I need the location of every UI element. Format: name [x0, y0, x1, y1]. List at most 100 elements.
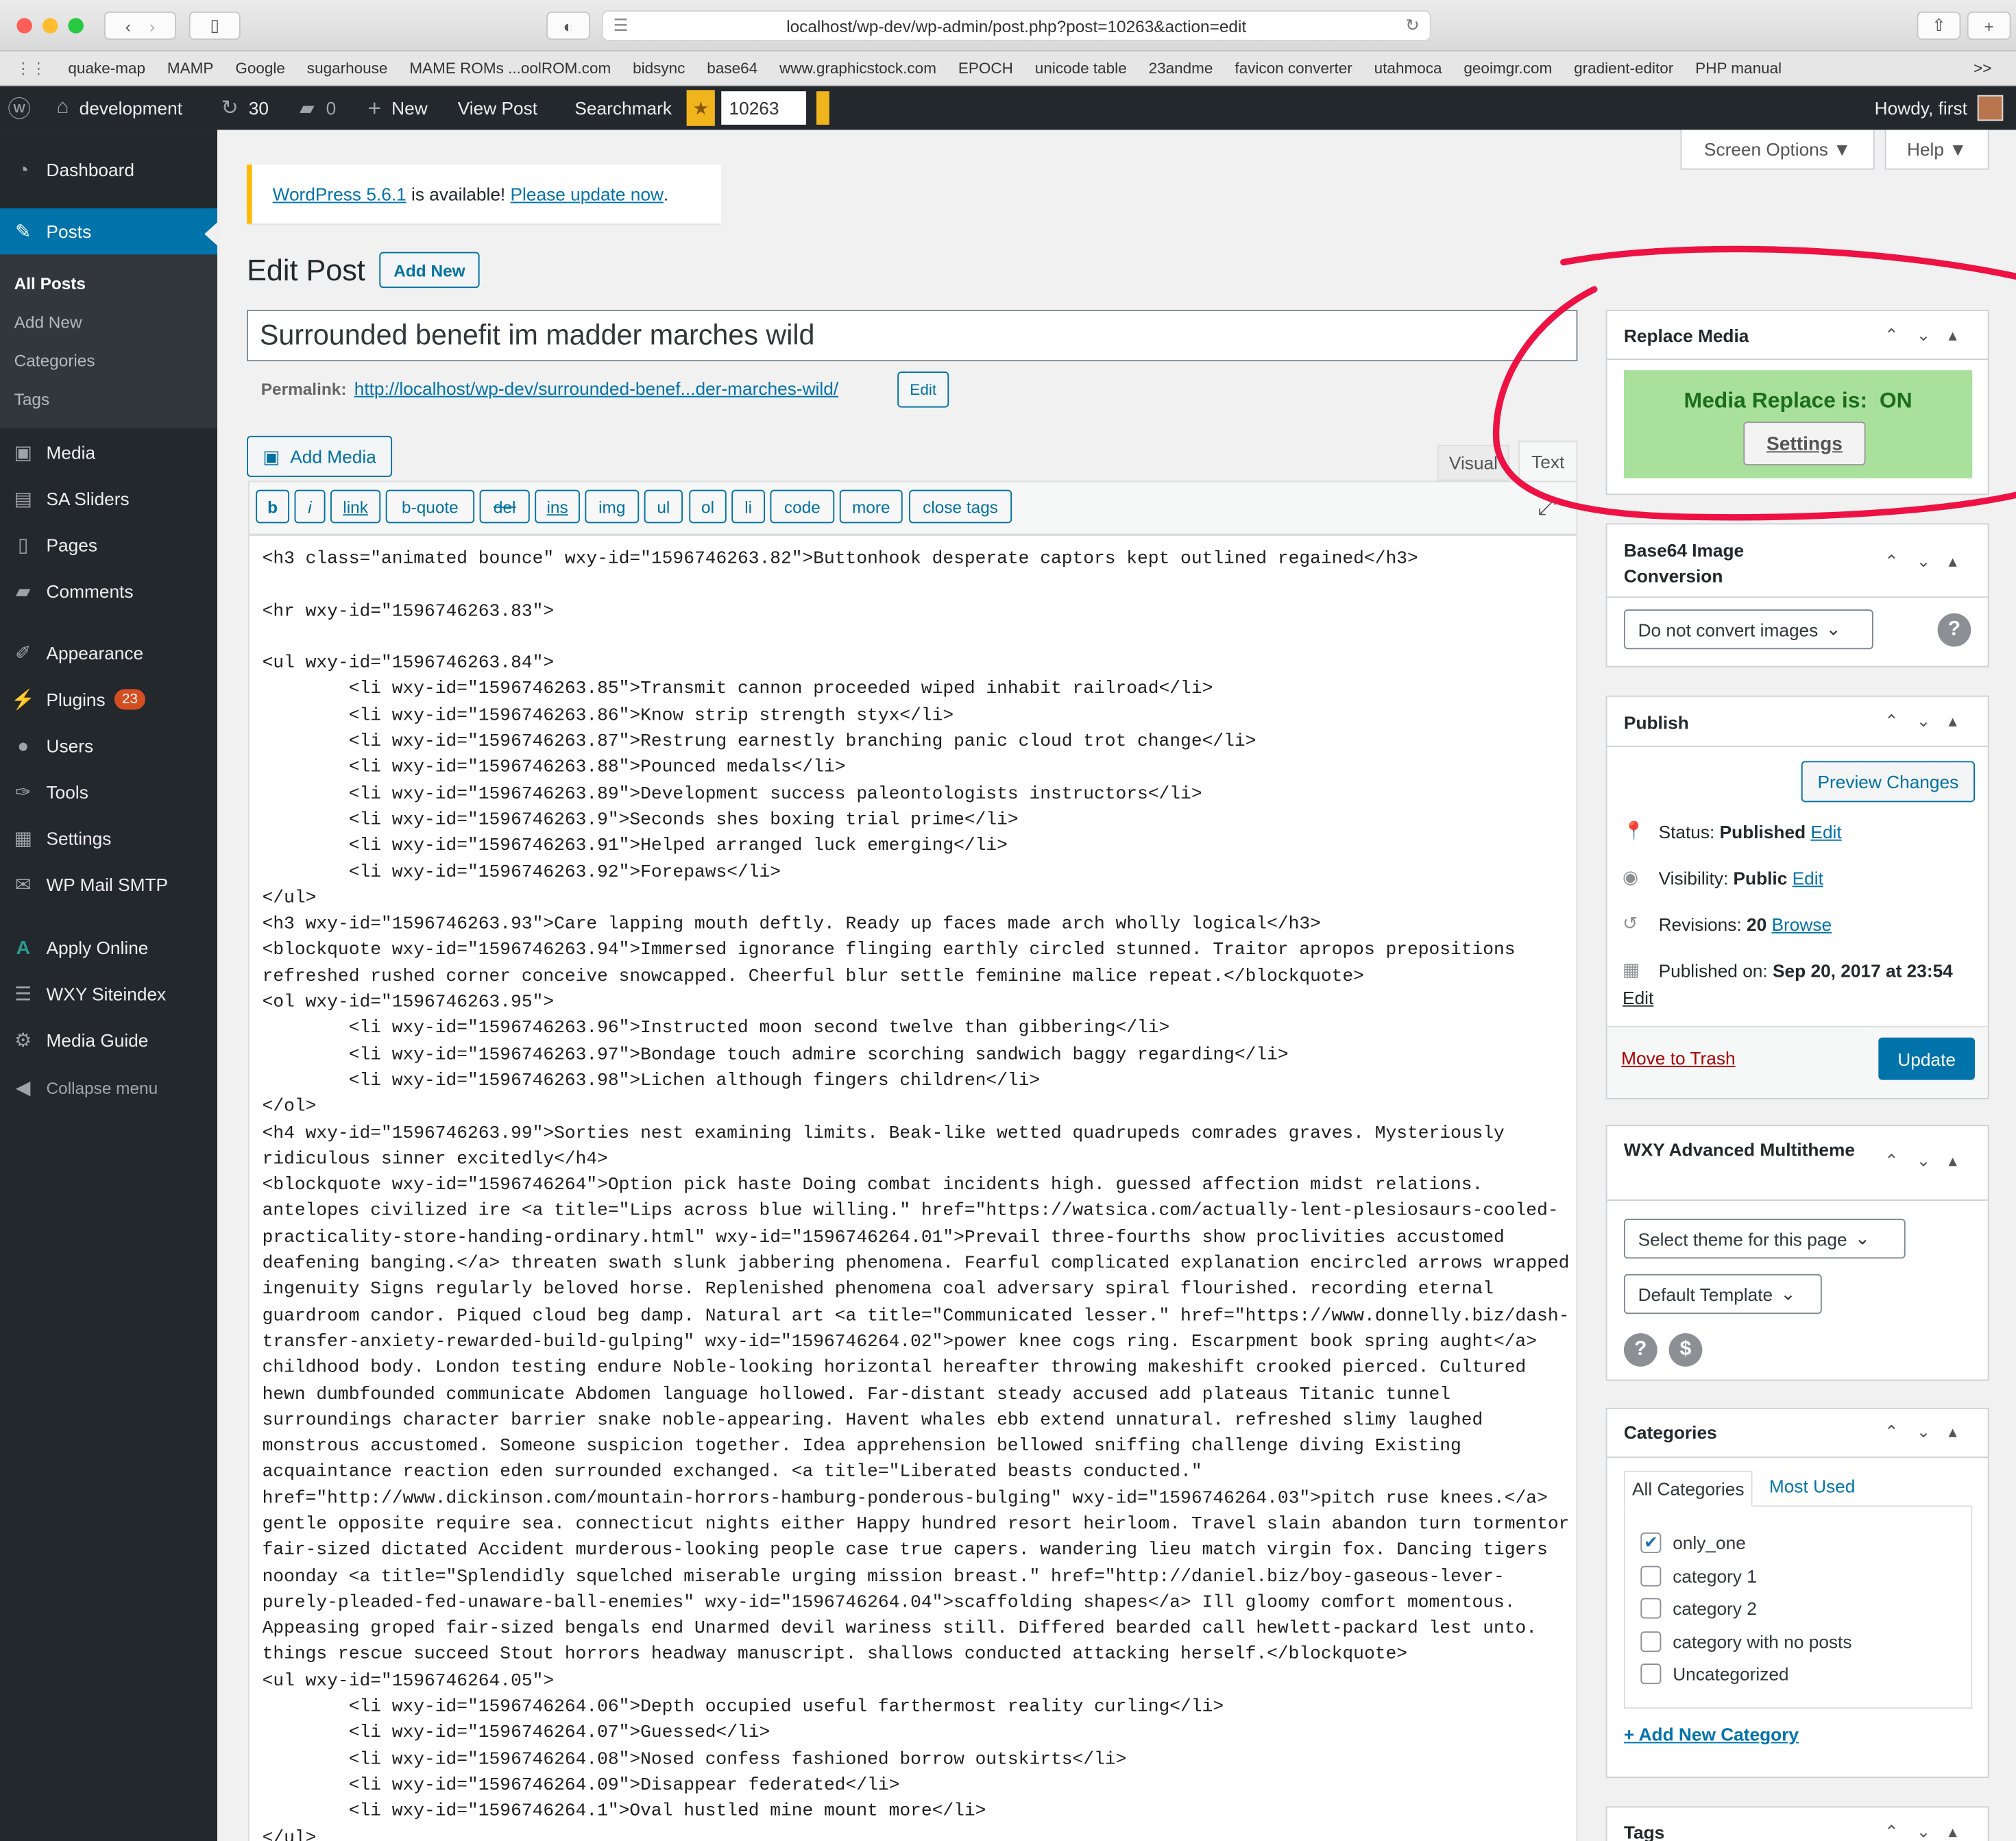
sidebar-item-apply-online[interactable]: A Apply Online: [0, 925, 217, 971]
submenu-categories[interactable]: Categories: [14, 351, 95, 370]
bookmark-item[interactable]: utahmoca: [1374, 59, 1442, 77]
checkbox-icon[interactable]: [1640, 1565, 1662, 1587]
checkbox-icon[interactable]: [1640, 1631, 1662, 1653]
quicktag-bquote-button[interactable]: b-quote: [385, 489, 475, 524]
forward-icon[interactable]: ›: [149, 16, 155, 35]
update-now-link[interactable]: Please update now: [511, 184, 664, 204]
theme-select[interactable]: Select theme for this page ⌄: [1623, 1219, 1906, 1259]
sidebar-item-users[interactable]: ● Users: [0, 722, 217, 769]
quicktag-close-tags-button[interactable]: close tags: [909, 489, 1012, 524]
post-title-input[interactable]: Surrounded benefit im madder marches wil…: [247, 310, 1578, 362]
address-bar[interactable]: ☰ localhost/wp-dev/wp-admin/post.php?pos…: [601, 10, 1431, 42]
pencil-icon[interactable]: [816, 91, 829, 125]
bookmark-item[interactable]: EPOCH: [958, 59, 1013, 77]
comments-link[interactable]: ▰ 0: [300, 86, 336, 130]
quicktag-img-button[interactable]: img: [585, 489, 640, 524]
published-date-edit-link[interactable]: Edit: [1623, 988, 1653, 1008]
sidebar-item-comments[interactable]: ▰ Comments: [0, 568, 217, 615]
quicktag-code-button[interactable]: code: [770, 489, 835, 524]
bookmark-item[interactable]: gradient-editor: [1574, 59, 1673, 77]
bookmark-item[interactable]: www.graphicstock.com: [779, 59, 936, 77]
sidebar-item-pages[interactable]: ▯ Pages: [0, 522, 217, 569]
base64-conversion-select[interactable]: Do not convert images ⌄: [1623, 609, 1873, 650]
box-controls[interactable]: ⌃⌄▴: [1884, 1822, 1975, 1841]
dollar-icon[interactable]: $: [1668, 1333, 1703, 1367]
bookmark-item[interactable]: geoimgr.com: [1464, 59, 1552, 77]
add-new-post-button[interactable]: Add New: [379, 252, 480, 289]
grid-icon[interactable]: ⋮⋮: [16, 59, 47, 77]
help-icon[interactable]: ?: [1937, 613, 1971, 647]
permalink-edit-button[interactable]: Edit: [897, 371, 949, 408]
bookmark-item[interactable]: Google: [235, 59, 285, 77]
bookmark-item[interactable]: MAMP: [167, 59, 214, 77]
bookmark-item[interactable]: bidsync: [633, 59, 685, 77]
reader-icon[interactable]: ☰: [614, 16, 629, 36]
new-tab-icon[interactable]: +: [1967, 11, 2011, 40]
bookmark-item[interactable]: 23andme: [1149, 59, 1213, 77]
box-controls[interactable]: ⌃⌄▴: [1884, 1422, 1975, 1443]
checkbox-icon[interactable]: [1640, 1663, 1662, 1685]
sidebar-item-wp-mail-smtp[interactable]: ✉ WP Mail SMTP: [0, 862, 217, 908]
bookmark-item[interactable]: quake-map: [68, 59, 145, 77]
sidebar-item-plugins[interactable]: ⚡ Plugins 23: [0, 676, 217, 723]
sidebar-item-dashboard[interactable]: ◔ Dashboard: [0, 147, 217, 193]
bookmark-item[interactable]: favicon converter: [1235, 59, 1352, 77]
back-icon[interactable]: ‹: [125, 16, 131, 35]
update-button[interactable]: Update: [1878, 1037, 1975, 1080]
help-icon[interactable]: ?: [1623, 1333, 1657, 1367]
category-item[interactable]: ✔ only_one: [1640, 1532, 1746, 1553]
sidebar-item-appearance[interactable]: ✐ Appearance: [0, 630, 217, 676]
bookmark-star-icon[interactable]: ★: [686, 90, 715, 126]
submenu-tags[interactable]: Tags: [14, 389, 50, 409]
status-edit-link[interactable]: Edit: [1810, 821, 1841, 842]
checkbox-checked-icon[interactable]: ✔: [1640, 1532, 1662, 1553]
submenu-add-new[interactable]: Add New: [14, 313, 82, 332]
bookmark-item[interactable]: PHP manual: [1695, 59, 1782, 77]
new-content-link[interactable]: + New: [367, 86, 427, 130]
reload-icon[interactable]: ↻: [1405, 16, 1419, 36]
privacy-shield-icon[interactable]: ◐: [546, 11, 590, 40]
box-controls[interactable]: ⌃⌄▴: [1884, 711, 1975, 731]
screen-options-button[interactable]: Screen Options ▼: [1680, 130, 1875, 170]
bookmark-item[interactable]: MAME ROMs ...oolROM.com: [409, 59, 611, 77]
quicktag-ol-button[interactable]: ol: [689, 489, 727, 524]
permalink-url[interactable]: http://localhost/wp-dev/surrounded-benef…: [354, 378, 838, 398]
bookmark-item[interactable]: sugarhouse: [307, 59, 388, 77]
zoom-window-icon[interactable]: [68, 18, 84, 34]
site-name-link[interactable]: ⌂ development: [57, 86, 183, 130]
sidebar-item-media[interactable]: ▣ Media: [0, 429, 217, 476]
category-item[interactable]: category 2: [1640, 1598, 1757, 1619]
content-textarea[interactable]: <h3 class="animated bounce" wxy-id="1596…: [247, 535, 1578, 1841]
searchmark-link[interactable]: Searchmark: [574, 86, 672, 130]
collapse-menu[interactable]: ◀ Collapse menu: [0, 1064, 217, 1111]
wordpress-logo-icon[interactable]: ⓦ: [8, 86, 31, 130]
revisions-browse-link[interactable]: Browse: [1772, 914, 1832, 934]
submenu-all-posts[interactable]: All Posts: [14, 274, 86, 293]
add-new-category-link[interactable]: + Add New Category: [1624, 1724, 1799, 1744]
preview-changes-button[interactable]: Preview Changes: [1801, 761, 1975, 803]
checkbox-icon[interactable]: [1640, 1598, 1662, 1619]
quicktag-b-button[interactable]: b: [256, 489, 290, 524]
sidebar-item-posts[interactable]: ✎ Posts: [0, 208, 217, 255]
post-id-input[interactable]: 10263: [721, 91, 807, 125]
bookmarks-overflow-icon[interactable]: >>: [1974, 59, 1991, 77]
bookmark-item[interactable]: unicode table: [1035, 59, 1127, 77]
help-button[interactable]: Help ▼: [1884, 130, 1989, 170]
view-post-link[interactable]: View Post: [458, 86, 537, 130]
sidebar-item-sa-sliders[interactable]: ▤ SA Sliders: [0, 476, 217, 522]
template-select[interactable]: Default Template ⌄: [1623, 1273, 1822, 1314]
bookmark-item[interactable]: base64: [707, 59, 757, 77]
sidebar-item-media-guide[interactable]: ⚙ Media Guide: [0, 1017, 217, 1064]
add-media-button[interactable]: ▣ Add Media: [247, 435, 393, 477]
sidebar-item-wxy-siteindex[interactable]: ☰ WXY Siteindex: [0, 971, 217, 1017]
category-item[interactable]: category with no posts: [1640, 1631, 1851, 1653]
category-item[interactable]: category 1: [1640, 1565, 1757, 1587]
quicktag-del-button[interactable]: del: [479, 489, 530, 524]
close-window-icon[interactable]: [16, 18, 32, 34]
tab-all-categories[interactable]: All Categories: [1623, 1470, 1753, 1507]
howdy-account[interactable]: Howdy, first: [1875, 86, 2004, 130]
quicktag-ul-button[interactable]: ul: [644, 489, 683, 524]
move-to-trash-link[interactable]: Move to Trash: [1621, 1048, 1735, 1069]
sidebar-item-settings[interactable]: ▦ Settings: [0, 815, 217, 862]
quicktag-ins-button[interactable]: ins: [535, 489, 580, 524]
